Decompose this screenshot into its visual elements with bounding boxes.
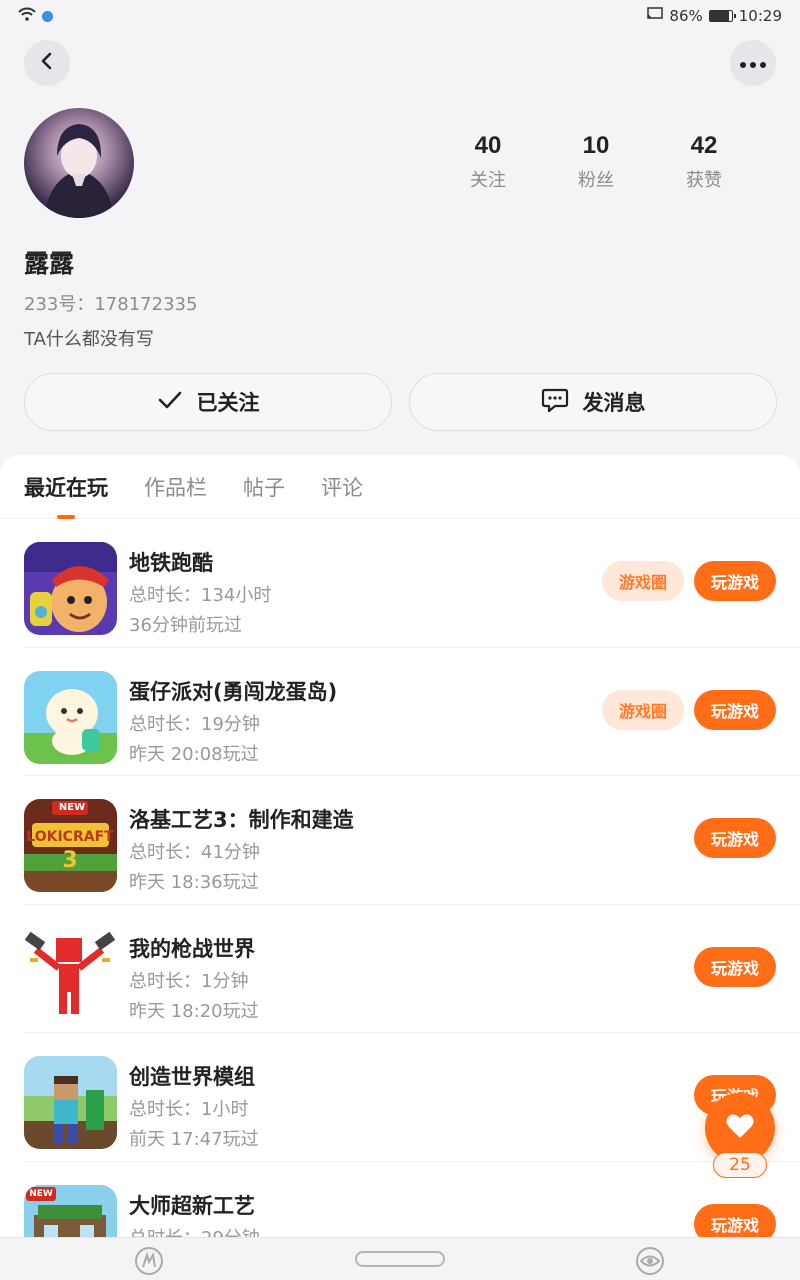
game-icon-eggy-party bbox=[24, 670, 117, 764]
play-game-button[interactable]: 玩游戏 bbox=[694, 1203, 776, 1237]
home-indicator[interactable] bbox=[355, 1251, 445, 1267]
battery-fill bbox=[709, 11, 729, 21]
game-row[interactable]: NEW 大师超新工艺 总时长：29分钟 玩游戏 bbox=[24, 1162, 800, 1238]
chat-bubble-icon bbox=[541, 387, 569, 418]
stat-number: 40 bbox=[474, 132, 502, 159]
stat-label: 关注 bbox=[470, 170, 506, 191]
battery-percent: 86% bbox=[669, 7, 703, 25]
game-row[interactable]: 我的枪战世界 总时长：1分钟 昨天 18:20玩过 玩游戏 bbox=[24, 905, 800, 1033]
game-icon-lokicraft: LOKICRAFT 3 NEW bbox=[24, 799, 117, 892]
stat-following[interactable]: 40 关注 bbox=[434, 132, 542, 192]
avatar[interactable] bbox=[24, 108, 134, 218]
stat-number: 42 bbox=[690, 132, 718, 159]
game-last-played: 36分钟前玩过 bbox=[129, 615, 242, 636]
system-nav-bar bbox=[0, 1237, 800, 1280]
clock: 10:29 bbox=[738, 7, 782, 25]
status-bar: 86% 10:29 bbox=[0, 0, 800, 32]
message-button[interactable]: 发消息 bbox=[409, 373, 777, 431]
avatar-illustration bbox=[44, 124, 114, 218]
game-row[interactable]: 地铁跑酷 总时长：134小时 36分钟前玩过 游戏圈 玩游戏 bbox=[24, 519, 800, 648]
game-name: 蛋仔派对(勇闯龙蛋岛) bbox=[129, 679, 338, 704]
game-last-played: 昨天 18:20玩过 bbox=[129, 1000, 259, 1022]
svg-text:3: 3 bbox=[62, 848, 77, 873]
game-duration: 总时长：19分钟 bbox=[129, 713, 260, 735]
app-notification-icon bbox=[42, 10, 53, 22]
tab-recent-played[interactable]: 最近在玩 bbox=[24, 455, 108, 519]
play-game-button[interactable]: 玩游戏 bbox=[694, 561, 776, 601]
stat-label: 粉丝 bbox=[578, 170, 614, 191]
username: 露露 bbox=[24, 249, 75, 278]
game-name: 地铁跑酷 bbox=[129, 551, 213, 575]
game-row[interactable]: 蛋仔派对(勇闯龙蛋岛) 总时长：19分钟 昨天 20:08玩过 游戏圈 玩游戏 bbox=[24, 648, 800, 776]
game-duration: 总时长：134小时 bbox=[129, 585, 272, 606]
game-duration: 总时长：29分钟 bbox=[129, 1224, 260, 1238]
profile-tabs: 最近在玩 作品栏 帖子 评论 bbox=[0, 455, 800, 519]
more-options-button[interactable] bbox=[730, 40, 776, 86]
more-dots-icon bbox=[739, 54, 767, 73]
game-list: 地铁跑酷 总时长：134小时 36分钟前玩过 游戏圈 玩游戏 蛋仔派对(勇闯龙蛋… bbox=[0, 519, 800, 1237]
game-duration: 总时长：1分钟 bbox=[129, 970, 249, 992]
heart-icon bbox=[725, 1112, 755, 1144]
play-game-button[interactable]: 玩游戏 bbox=[694, 946, 776, 987]
message-button-label: 发消息 bbox=[582, 391, 646, 415]
game-name: 我的枪战世界 bbox=[129, 936, 255, 961]
game-row[interactable]: LOKICRAFT 3 NEW 洛基工艺3：制作和建造 总时长：41分钟 昨天 … bbox=[24, 776, 800, 905]
tab-comments[interactable]: 评论 bbox=[321, 455, 363, 519]
content-card: 最近在玩 作品栏 帖子 评论 地铁跑酷 总时长：134小时 36分钟前玩过 游戏… bbox=[0, 455, 800, 1237]
stat-likes[interactable]: 42 获赞 bbox=[650, 132, 758, 192]
stat-followers[interactable]: 10 粉丝 bbox=[542, 132, 650, 192]
new-badge: NEW bbox=[29, 1188, 53, 1199]
stat-number: 10 bbox=[582, 132, 610, 159]
wifi-icon bbox=[18, 7, 36, 25]
game-name: 大师超新工艺 bbox=[129, 1193, 255, 1218]
user-id: 233号：178172335 bbox=[24, 294, 198, 315]
game-last-played: 昨天 18:36玩过 bbox=[129, 872, 259, 893]
profile-stats: 40 关注 10 粉丝 42 获赞 bbox=[434, 132, 758, 192]
like-count: 25 bbox=[713, 1152, 767, 1178]
user-bio: TA什么都没有写 bbox=[24, 329, 154, 350]
game-last-played: 前天 17:47玩过 bbox=[129, 1129, 259, 1150]
game-name: 创造世界模组 bbox=[129, 1065, 255, 1089]
stat-label: 获赞 bbox=[686, 170, 722, 191]
game-duration: 总时长：41分钟 bbox=[129, 842, 260, 863]
game-name: 洛基工艺3：制作和建造 bbox=[129, 808, 354, 832]
check-icon bbox=[157, 389, 183, 416]
game-circle-button[interactable]: 游戏圈 bbox=[602, 689, 684, 730]
tab-works[interactable]: 作品栏 bbox=[144, 455, 207, 519]
follow-button[interactable]: 已关注 bbox=[24, 373, 392, 431]
app-logo-icon[interactable] bbox=[134, 1246, 164, 1276]
game-last-played: 昨天 20:08玩过 bbox=[129, 743, 259, 765]
game-icon-master-craft: NEW bbox=[24, 1184, 117, 1237]
status-left bbox=[18, 7, 53, 25]
back-button[interactable] bbox=[24, 40, 70, 86]
game-row[interactable]: 创造世界模组 总时长：1小时 前天 17:47玩过 玩游戏 bbox=[24, 1033, 800, 1162]
follow-button-label: 已关注 bbox=[196, 391, 260, 415]
new-badge: NEW bbox=[58, 802, 86, 813]
eye-icon[interactable] bbox=[635, 1246, 665, 1276]
chevron-left-icon bbox=[38, 52, 56, 74]
game-icon-subway-surfers bbox=[24, 542, 117, 635]
status-right: 86% 10:29 bbox=[647, 7, 782, 25]
game-icon-creative-world bbox=[24, 1056, 117, 1149]
battery-icon bbox=[708, 10, 736, 22]
cast-icon bbox=[647, 7, 664, 25]
play-game-button[interactable]: 玩游戏 bbox=[694, 689, 776, 730]
svg-text:LOKICRAFT: LOKICRAFT bbox=[26, 829, 114, 845]
game-circle-button[interactable]: 游戏圈 bbox=[602, 561, 684, 601]
game-icon-gun-world bbox=[24, 927, 117, 1021]
play-game-button[interactable]: 玩游戏 bbox=[694, 818, 776, 858]
game-duration: 总时长：1小时 bbox=[129, 1099, 249, 1120]
tab-posts[interactable]: 帖子 bbox=[243, 455, 285, 519]
